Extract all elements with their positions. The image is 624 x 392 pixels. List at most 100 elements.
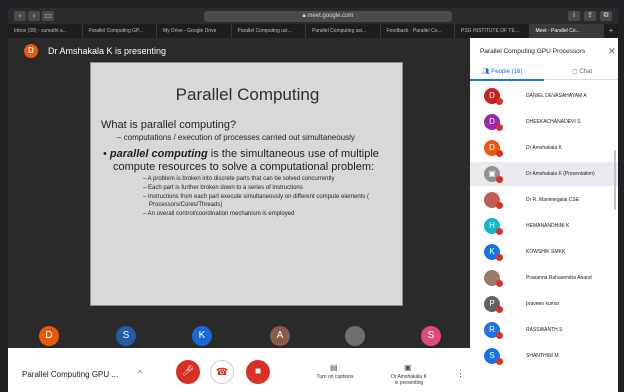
tile-avatar[interactable]: D	[39, 326, 59, 346]
participant-row[interactable]: D Dr Amshakala K	[470, 136, 618, 160]
participant-row[interactable]: ▣ Dr Amshakala K (Presentation)	[470, 162, 618, 186]
presenter-bar: D Dr Amshakala K is presenting	[8, 38, 470, 62]
meeting-stage: D Dr Amshakala K is presenting Parallel …	[8, 38, 470, 348]
people-panel: Parallel Computing GPU Processors ✕ 👥︎ P…	[470, 38, 618, 392]
url-text: meet.google.com	[307, 13, 354, 19]
panel-scrollbar[interactable]	[614, 150, 616, 210]
panel-title: Parallel Computing GPU Processors	[480, 48, 586, 55]
tab-inbox[interactable]: Inbox (38) - sumathi a...	[8, 24, 83, 38]
mic-off-icon	[496, 306, 503, 313]
participant-name: SHANTHINI M	[526, 353, 559, 359]
mic-off-icon	[496, 150, 503, 157]
tab-meet[interactable]: Meet - Parallel Co...	[529, 24, 604, 38]
participant-row[interactable]: R RASSWANTH S	[470, 318, 618, 342]
presentation-slide: Parallel Computing What is parallel comp…	[90, 62, 403, 306]
tab-parallel-using-1[interactable]: Parallel Computing usi...	[232, 24, 306, 38]
slide-sub-3: – Instructions from each part execute si…	[143, 194, 370, 208]
participant-row[interactable]: D DANIEL DEVASAHAYAM A	[470, 84, 618, 108]
mic-off-icon	[496, 332, 503, 339]
camera-off-button[interactable]: ■	[246, 360, 270, 384]
mic-off-icon	[496, 124, 503, 131]
back-icon[interactable]: ‹	[14, 11, 26, 21]
slide-sub-2: – Each part is further broken down to a …	[143, 185, 303, 191]
browser-toolbar: ‹ › ▭ 🔒︎ meet.google.com i ⇪ ⧉	[8, 8, 618, 24]
participant-row[interactable]: Ppraveen kumar	[470, 292, 618, 316]
tab-parallel-gpu[interactable]: Parallel Computing GP...	[83, 24, 157, 38]
mic-off-icon	[496, 228, 503, 235]
chat-tab-label: Chat	[579, 69, 593, 75]
presenting-label-2: is presenting	[394, 380, 424, 386]
mic-off-button[interactable]: 🎤︎	[176, 360, 200, 384]
participant-name: HEMANANDHINI K	[526, 223, 570, 229]
tile-avatar[interactable]: S	[421, 326, 441, 346]
participant-row[interactable]: D DHEEKACHANADEVI S	[470, 110, 618, 134]
slide-bullet: • parallel computing is the simultaneous…	[103, 148, 379, 173]
close-icon[interactable]: ✕	[608, 46, 616, 57]
presenting-icon[interactable]: ▣	[404, 363, 412, 372]
slide-title: Parallel Computing	[175, 85, 320, 104]
participant-row[interactable]: Prasanna Rahavendra Anand	[470, 266, 618, 290]
captions-label[interactable]: Turn on captions	[303, 374, 367, 380]
mic-off-icon: 🎤︎	[181, 366, 195, 377]
tab-parallel-using-2[interactable]: Parallel Computing usi...	[306, 24, 381, 38]
participant-name: RASSWANTH S	[526, 327, 563, 333]
mic-off-icon	[496, 98, 503, 105]
tab-feedback[interactable]: Feedback - Parallel Co...	[381, 24, 455, 38]
participant-name: Dr Amshakala K (Presentation)	[526, 171, 595, 177]
mic-off-icon	[496, 176, 503, 183]
presenter-avatar: D	[24, 44, 38, 58]
more-options-icon[interactable]: ⋮	[456, 368, 465, 379]
tabs-overview-icon[interactable]: ⧉	[600, 11, 612, 21]
tab-chat[interactable]: ▢ Chat	[572, 68, 592, 75]
mic-off-icon	[496, 280, 503, 287]
participant-name: KOWSHIK SMKK	[526, 249, 566, 255]
share-icon[interactable]: ⇪	[584, 11, 596, 21]
panel-tabs: 👥︎ People (16) ▢ Chat	[470, 64, 618, 81]
slide-question: What is parallel computing?	[101, 119, 237, 131]
tile-avatar-photo[interactable]	[345, 326, 365, 346]
participant-row[interactable]: Dr R. Manimegalai CSE	[470, 188, 618, 212]
participant-name: Dr Amshakala K	[526, 145, 562, 151]
presenting-label[interactable]: Dr Amshakala Kis presenting	[381, 374, 437, 386]
participant-row[interactable]: S SHANTHINI M	[470, 344, 618, 368]
people-icon: 👥︎	[482, 69, 492, 75]
screen: ‹ › ▭ 🔒︎ meet.google.com i ⇪ ⧉ Inbox (38…	[0, 0, 624, 392]
slide-sub-1: – A problem is broken into discrete part…	[143, 176, 335, 182]
participant-name: praveen kumar	[526, 301, 560, 307]
participant-row[interactable]: H HEMANANDHINI K	[470, 214, 618, 238]
tab-people[interactable]: 👥︎ People (16)	[482, 68, 522, 75]
participant-name: DANIEL DEVASAHAYAM A	[526, 93, 587, 99]
tab-strip: Inbox (38) - sumathi a... Parallel Compu…	[8, 24, 618, 38]
new-tab-icon[interactable]: +	[604, 24, 618, 38]
participant-name: DHEEKACHANADEVI S	[526, 119, 581, 125]
participant-list: D DANIEL DEVASAHAYAM A D DHEEKACHANADEVI SD…	[470, 84, 618, 392]
participant-tiles: D S K A S	[8, 326, 470, 348]
presenter-text: Dr Amshakala K is presenting	[48, 46, 167, 56]
control-bar: Parallel Computing GPU ... ^ 🎤︎ ☎ ■ ▤ Tu…	[8, 348, 470, 392]
mic-off-icon	[496, 358, 503, 365]
slide-body: What is parallel computing? – computatio…	[101, 119, 396, 218]
info-icon[interactable]: i	[568, 11, 580, 21]
mic-off-icon	[496, 202, 503, 209]
active-tab-indicator	[470, 79, 544, 81]
participant-name: Prasanna Rahavendra Anand	[526, 275, 592, 281]
captions-icon[interactable]: ▤	[330, 363, 338, 372]
sidebar-icon[interactable]: ▭	[42, 11, 54, 21]
leave-call-button[interactable]: ☎	[210, 360, 234, 384]
chevron-up-icon[interactable]: ^	[138, 369, 142, 378]
phone-hangup-icon: ☎	[215, 367, 229, 378]
slide-dash-1: – computations / execution of processes …	[117, 133, 355, 142]
slide-sub-4: – An overall control/coordination mechan…	[143, 211, 295, 217]
participant-row[interactable]: K KOWSHIK SMKK	[470, 240, 618, 264]
slide-bullet-bold: parallel computing	[109, 148, 208, 160]
tile-avatar[interactable]: A	[270, 326, 290, 346]
address-bar[interactable]: 🔒︎ meet.google.com	[204, 11, 452, 22]
participant-name: Dr R. Manimegalai CSE	[526, 197, 580, 203]
tile-avatar[interactable]: K	[192, 326, 212, 346]
forward-icon[interactable]: ›	[28, 11, 40, 21]
meeting-name[interactable]: Parallel Computing GPU ...	[22, 370, 118, 379]
mic-off-icon	[496, 254, 503, 261]
tab-my-drive[interactable]: My Drive - Google Drive	[157, 24, 232, 38]
tab-psg[interactable]: PSG INSTITUTE OF TE...	[455, 24, 530, 38]
tile-avatar[interactable]: S	[116, 326, 136, 346]
